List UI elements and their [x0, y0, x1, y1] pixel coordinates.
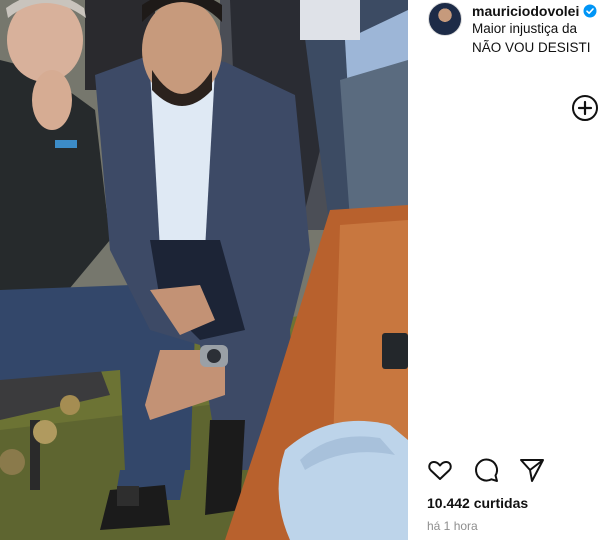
plus-circle-icon[interactable] — [571, 94, 599, 122]
post-header: mauriciodovolei Maior injustiça da NÃO V… — [428, 2, 597, 57]
likes-count[interactable]: 10.442 curtidas — [427, 495, 528, 511]
caption-line-1: Maior injustiça da — [472, 21, 578, 36]
username-row: mauriciodovolei — [472, 3, 597, 19]
post-timestamp[interactable]: há 1 hora — [427, 519, 478, 533]
username-link[interactable]: mauriciodovolei — [472, 3, 579, 19]
verified-badge-icon — [583, 4, 597, 18]
photo-scene — [0, 0, 408, 540]
post-details-panel: mauriciodovolei Maior injustiça da NÃO V… — [408, 0, 600, 540]
post-photo[interactable] — [0, 0, 408, 540]
heart-icon[interactable] — [426, 456, 454, 484]
comment-icon[interactable] — [472, 456, 500, 484]
caption-line-2: NÃO VOU DESISTI — [472, 40, 591, 55]
header-text: mauriciodovolei Maior injustiça da NÃO V… — [472, 3, 597, 57]
post-actions — [426, 456, 546, 484]
send-icon[interactable] — [518, 456, 546, 484]
profile-avatar[interactable] — [428, 2, 462, 36]
